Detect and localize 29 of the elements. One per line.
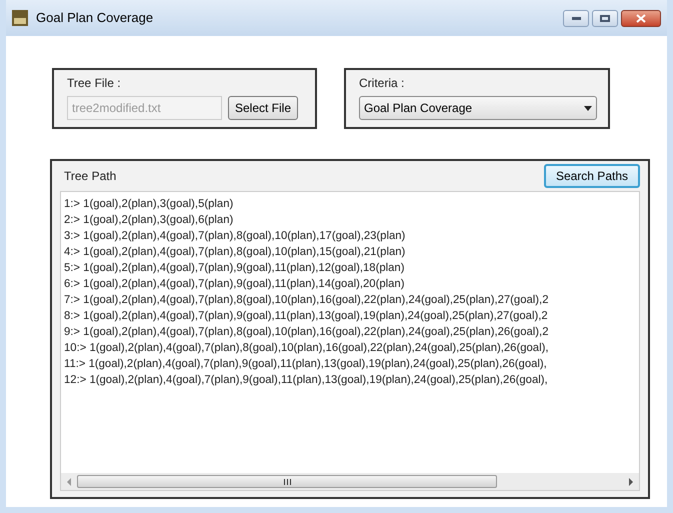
path-line: 12:> 1(goal),2(plan),4(goal),7(plan),9(goal),11(plan),13(goal),19(plan),24(goal),25(plan),26(goal), <box>64 373 548 388</box>
path-line: 8:> 1(goal),2(plan),4(goal),7(plan),9(goal),11(plan),13(goal),19(plan),24(goal),25(plan),27(goal),2 <box>64 309 548 324</box>
maximize-button[interactable] <box>592 10 618 26</box>
path-line: 9:> 1(goal),2(plan),4(goal),7(plan),8(goal),10(plan),16(goal),22(plan),24(goal),25(plan),26(goal),2 <box>64 325 548 340</box>
tree-file-label: Tree File : <box>67 75 122 92</box>
grip-icon <box>284 478 290 484</box>
search-paths-button[interactable]: Search Paths <box>544 164 640 188</box>
scrollbar-thumb[interactable] <box>77 475 497 488</box>
path-line: 10:> 1(goal),2(plan),4(goal),7(plan),8(goal),10(plan),16(goal),22(plan),24(goal),25(plan),26(goal), <box>64 341 548 356</box>
close-button[interactable] <box>621 10 661 26</box>
path-line: 7:> 1(goal),2(plan),4(goal),7(plan),8(goal),10(plan),16(goal),22(plan),24(goal),25(plan),27(goal),2 <box>64 293 548 308</box>
dropdown-arrow-icon <box>584 106 592 110</box>
path-line: 1:> 1(goal),2(plan),3(goal),5(plan) <box>64 197 234 212</box>
path-line: 11:> 1(goal),2(plan),4(goal),7(plan),9(goal),11(plan),13(goal),19(plan),24(goal),25(plan),26(goal), <box>64 357 547 372</box>
path-line: 4:> 1(goal),2(plan),4(goal),7(plan),8(goal),10(plan),15(goal),21(plan) <box>64 245 406 260</box>
criteria-dropdown[interactable]: Goal Plan Coverage <box>359 96 597 120</box>
select-file-button[interactable]: Select File <box>228 96 298 120</box>
close-icon <box>636 14 646 22</box>
window-title: Goal Plan Coverage <box>36 9 154 28</box>
scroll-right-icon[interactable] <box>627 478 635 486</box>
minimize-button[interactable] <box>563 10 589 26</box>
path-line: 5:> 1(goal),2(plan),4(goal),7(plan),9(goal),11(plan),12(goal),18(plan) <box>64 261 404 276</box>
path-line: 2:> 1(goal),2(plan),3(goal),6(plan) <box>64 213 234 228</box>
path-line: 6:> 1(goal),2(plan),4(goal),7(plan),9(goal),11(plan),14(goal),20(plan) <box>64 277 404 292</box>
app-icon <box>12 10 28 26</box>
criteria-label: Criteria : <box>359 75 406 92</box>
path-line: 3:> 1(goal),2(plan),4(goal),7(plan),8(goal),10(plan),17(goal),23(plan) <box>64 229 406 244</box>
tree-path-label: Tree Path <box>63 168 116 185</box>
horizontal-scrollbar[interactable] <box>61 473 639 490</box>
